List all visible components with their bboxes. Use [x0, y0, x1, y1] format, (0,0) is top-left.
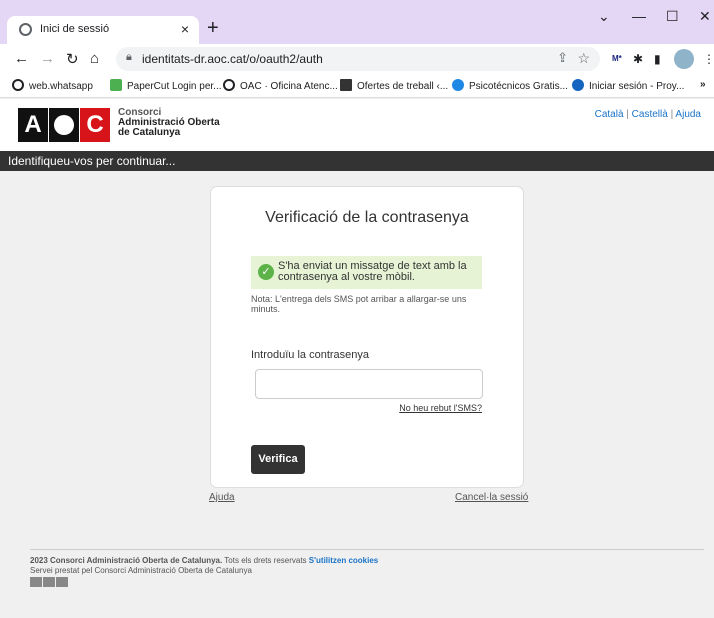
new-tab-button[interactable]: + — [207, 18, 219, 38]
papercut-icon — [110, 79, 122, 91]
minimize-button[interactable]: — — [632, 8, 646, 24]
bookmarks-bar: web.whatsapp PaperCut Login per... OAC ·… — [0, 74, 714, 98]
lang-ca-link[interactable]: Català — [595, 109, 624, 120]
bookmark-label: Ofertes de treball ‹... — [357, 81, 449, 92]
tab-search-icon[interactable]: ⌄ — [598, 8, 610, 25]
page: A C Consorci Administració Oberta de Cat… — [0, 99, 714, 618]
address-bar[interactable]: 🔒︎ identitats-dr.aoc.cat/o/oauth2/auth ⇪… — [116, 47, 600, 71]
success-notice: ✓ S'ha enviat un missatge de text amb la… — [251, 256, 482, 289]
lang-es-link[interactable]: Castellà — [632, 109, 668, 120]
share-icon[interactable]: ⇪ — [557, 50, 568, 66]
site-header: A C Consorci Administració Oberta de Cat… — [0, 99, 714, 151]
logo-a — [30, 577, 42, 587]
page-title: Verificació de la contrasenya — [265, 209, 469, 226]
globe-icon — [19, 23, 32, 36]
logo-c: C — [80, 108, 110, 142]
footer-logo — [30, 577, 120, 587]
verification-card: Verificació de la contrasenya ✓ S'ha env… — [210, 186, 524, 488]
close-window-button[interactable]: ✕ — [699, 8, 711, 25]
bookmark-item[interactable]: web.whatsapp — [12, 79, 93, 92]
password-field[interactable] — [255, 369, 483, 399]
notice-text: S'ha enviat un missatge de text amb la c… — [278, 260, 467, 283]
bookmark-label: OAC · Oficina Atenc... — [240, 81, 338, 92]
check-icon: ✓ — [258, 264, 274, 280]
password-label: Introduïu la contrasenya — [251, 349, 370, 361]
reload-icon[interactable]: ↻ — [66, 50, 79, 68]
browser-toolbar: ← → ↻ ⌂ 🔒︎ identitats-dr.aoc.cat/o/oauth… — [0, 44, 714, 74]
separator: | — [623, 109, 632, 120]
bookmark-label: Iniciar sesión - Proy... — [589, 81, 685, 92]
sidepanel-icon[interactable]: ▮ — [654, 52, 661, 66]
psico-icon — [452, 79, 464, 91]
lock-icon: 🔒︎ — [126, 51, 132, 63]
cookies-link[interactable]: S'utilitzen cookies — [309, 556, 378, 565]
help-bottom-link[interactable]: Ajuda — [209, 492, 235, 503]
help-link[interactable]: Ajuda — [675, 109, 701, 120]
language-links: Català | Castellà | Ajuda — [595, 109, 701, 120]
sms-note: Nota: L'entrega dels SMS pot arribar a a… — [251, 294, 467, 314]
logo-o — [43, 577, 55, 587]
bookmark-item[interactable]: PaperCut Login per... — [110, 79, 222, 92]
cancel-session-link[interactable]: Cancel·la sessió — [455, 492, 528, 503]
url-text[interactable]: identitats-dr.aoc.cat/o/oauth2/auth — [142, 52, 323, 66]
browser-window: Inici de sessió × + ⌄ — ☐ ✕ ← → ↻ ⌂ 🔒︎ i… — [0, 0, 714, 618]
a-icon — [572, 79, 584, 91]
bookmark-label: web.whatsapp — [29, 81, 93, 92]
rights-text: Tots els drets reservats — [222, 556, 309, 565]
more-bookmarks-icon[interactable]: » — [700, 79, 706, 90]
bookmark-item[interactable]: Iniciar sesión - Proy... — [572, 79, 684, 92]
back-arrow-icon[interactable]: ← — [14, 50, 29, 67]
logo-a: A — [18, 108, 48, 142]
bookmark-item[interactable]: OAC · Oficina Atenc... — [223, 79, 338, 92]
bookmark-label: PaperCut Login per... — [127, 81, 222, 92]
bookmark-item[interactable]: Ofertes de treball ‹... — [340, 79, 448, 92]
page-subtitle-bar: Identifiqueu-vos per continuar... — [0, 151, 714, 171]
job-icon — [340, 79, 352, 91]
bookmark-item[interactable]: Psicotécnicos Gratis... — [452, 79, 568, 92]
copyright-text: 2023 Consorci Administració Oberta de Ca… — [30, 556, 223, 565]
tab-active[interactable]: Inici de sessió × — [7, 16, 199, 44]
tab-strip: Inici de sessió × + ⌄ — ☐ ✕ — [0, 0, 714, 44]
aoc-logo[interactable]: A C — [18, 108, 110, 142]
logo-c — [56, 577, 68, 587]
extension-icon[interactable]: M* — [612, 54, 622, 63]
globe-icon — [223, 79, 235, 91]
org-name: Consorci Administració Oberta de Catalun… — [118, 108, 220, 138]
divider — [30, 549, 704, 550]
globe-icon — [12, 79, 24, 91]
verify-button[interactable]: Verifica — [251, 445, 305, 474]
puzzle-icon[interactable]: ✱ — [633, 52, 643, 66]
menu-dots-icon[interactable]: ⋮ — [703, 52, 714, 66]
org-line-3: de Catalunya — [118, 127, 181, 138]
tab-title: Inici de sessió — [40, 23, 110, 35]
footer-copyright: 2023 Consorci Administració Oberta de Ca… — [30, 556, 378, 565]
bookmark-star-icon[interactable]: ☆ — [577, 50, 590, 67]
forward-arrow-icon[interactable]: → — [40, 50, 55, 67]
footer-service: Servei prestat pel Consorci Administraci… — [30, 566, 252, 575]
no-sms-link[interactable]: No heu rebut l'SMS? — [399, 403, 482, 413]
avatar[interactable] — [674, 49, 694, 69]
bookmark-label: Psicotécnicos Gratis... — [469, 81, 568, 92]
logo-o — [49, 108, 79, 142]
maximize-button[interactable]: ☐ — [666, 8, 679, 25]
tab-close-icon[interactable]: × — [181, 21, 189, 37]
home-icon[interactable]: ⌂ — [90, 50, 99, 67]
